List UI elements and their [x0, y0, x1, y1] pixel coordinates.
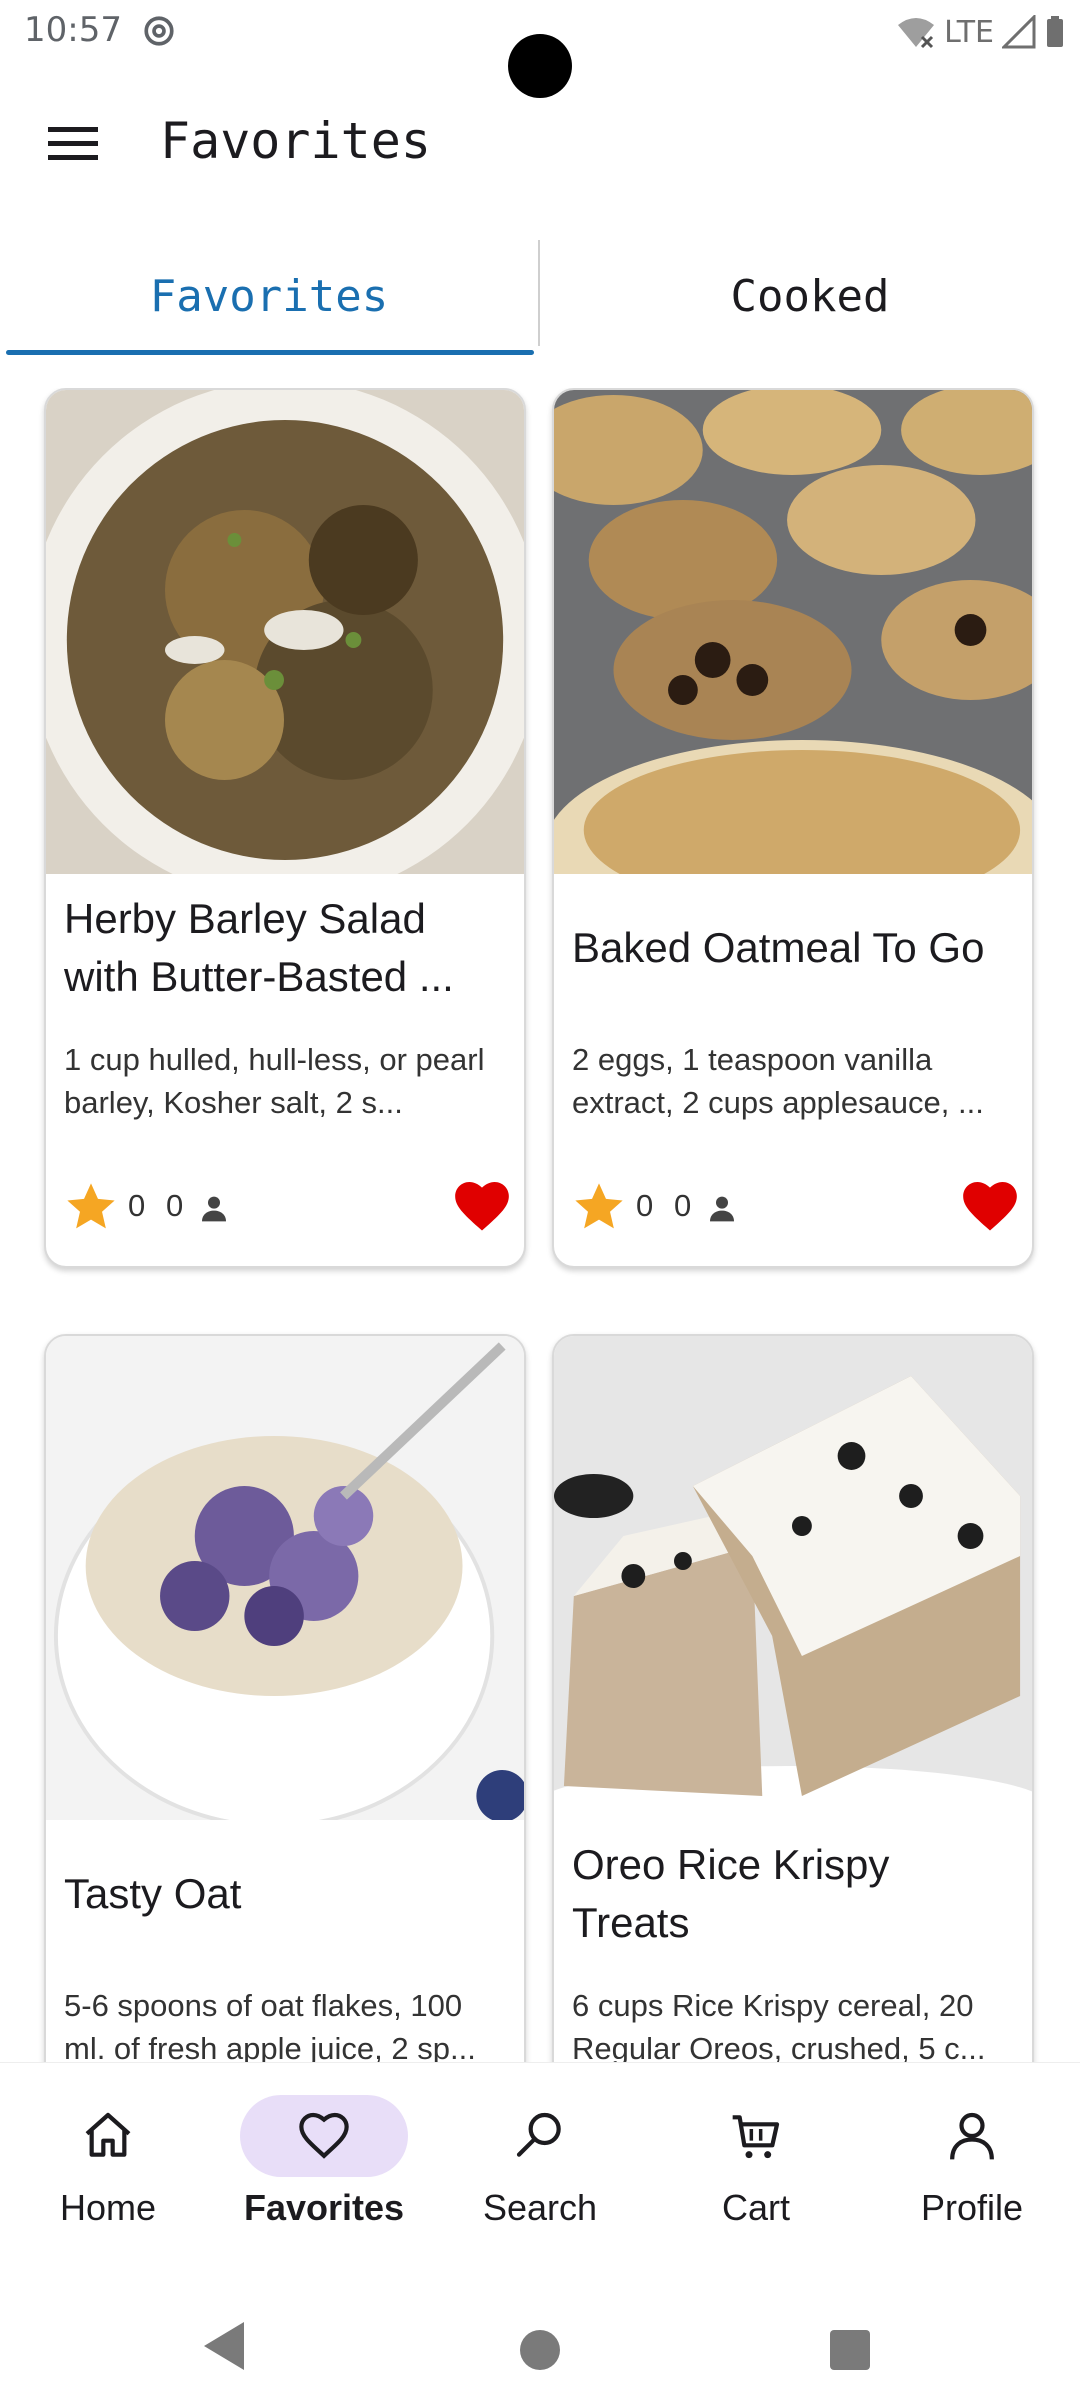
rating-value: 0	[128, 1188, 146, 1223]
tab-cooked[interactable]: Cooked	[540, 238, 1080, 354]
cellular-signal-icon	[1002, 15, 1036, 49]
recipe-card[interactable]: Oreo Rice Krispy Treats 6 cups Rice Kris…	[552, 1334, 1034, 2062]
person-icon	[202, 1196, 226, 1222]
status-bar: 10:57 LTE	[0, 0, 1080, 98]
wifi-off-icon	[898, 18, 935, 49]
recipe-title: Herby Barley Salad with Butter-Basted ..…	[64, 895, 454, 1000]
camera-cutout	[508, 34, 572, 98]
recipe-description: 6 cups Rice Krispy cereal, 20 Regular Or…	[572, 1988, 986, 2062]
search-icon	[516, 2112, 561, 2157]
barley-salad-image	[46, 390, 524, 874]
recipe-card[interactable]: Baked Oatmeal To Go 2 eggs, 1 teaspoon v…	[552, 388, 1034, 1268]
page-title: Favorites	[160, 112, 431, 170]
recipe-title: Tasty Oat	[64, 1870, 242, 1917]
nav-favorites-label: Favorites	[243, 2187, 405, 2228]
cart-icon	[732, 2115, 780, 2159]
network-type: LTE	[944, 14, 994, 50]
recipe-title: Baked Oatmeal To Go	[572, 924, 985, 971]
system-navigation-bar	[0, 2294, 1080, 2400]
tab-indicator	[6, 350, 534, 355]
nav-home-label: Home	[59, 2187, 157, 2228]
recipe-title: Oreo Rice Krispy Treats	[572, 1841, 890, 1946]
menu-icon	[48, 127, 98, 160]
recipe-footer: 0 0	[572, 1180, 1018, 1240]
back-icon[interactable]	[200, 2316, 250, 2376]
blueberry-oat-image	[46, 1336, 524, 1820]
nav-cart-label: Cart	[721, 2187, 790, 2228]
oreo-treats-image	[554, 1336, 1032, 1820]
home-button[interactable]	[520, 2330, 560, 2370]
star-icon	[67, 1183, 115, 1229]
status-right: LTE	[896, 14, 1066, 50]
favorite-heart-icon[interactable]	[454, 1180, 510, 1232]
nav-search-label: Search	[482, 2187, 598, 2228]
recipe-footer: 0 0	[64, 1180, 510, 1240]
nav-favorites[interactable]: Favorites	[216, 2095, 432, 2275]
heart-outline-icon	[299, 2112, 349, 2159]
app-bar: Favorites	[0, 96, 1080, 196]
nav-cart[interactable]: Cart	[648, 2095, 864, 2275]
menu-button[interactable]	[36, 116, 110, 172]
at-sign-icon	[144, 16, 174, 46]
recipe-description: 5-6 spoons of oat flakes, 100 ml. of fre…	[64, 1988, 476, 2062]
cook-count: 0	[166, 1188, 184, 1223]
recipe-grid[interactable]: Herby Barley Salad with Butter-Basted ..…	[0, 388, 1080, 2062]
profile-icon	[950, 2112, 994, 2160]
nav-home[interactable]: Home	[0, 2095, 216, 2275]
nav-active-indicator	[240, 2095, 408, 2177]
nav-profile-label: Profile	[920, 2187, 1024, 2228]
tab-favorites[interactable]: Favorites	[0, 238, 538, 354]
home-icon	[85, 2112, 131, 2157]
recipe-description: 2 eggs, 1 teaspoon vanilla extract, 2 cu…	[572, 1042, 984, 1120]
recipe-card[interactable]: Herby Barley Salad with Butter-Basted ..…	[44, 388, 526, 1268]
recipe-description: 1 cup hulled, hull-less, or pearl barley…	[64, 1042, 485, 1120]
star-icon	[575, 1183, 623, 1229]
nav-search[interactable]: Search	[432, 2095, 648, 2275]
battery-icon	[1047, 16, 1063, 47]
recents-button[interactable]	[830, 2330, 870, 2370]
cook-count: 0	[674, 1188, 692, 1223]
nav-profile[interactable]: Profile	[864, 2095, 1080, 2275]
favorite-heart-icon[interactable]	[962, 1180, 1018, 1232]
tab-bar: Favorites Cooked	[0, 238, 1080, 358]
status-time: 10:57	[24, 10, 122, 50]
rating-value: 0	[636, 1188, 654, 1223]
baked-oatmeal-image	[554, 390, 1032, 874]
person-icon	[710, 1196, 734, 1222]
recipe-card[interactable]: Tasty Oat 5-6 spoons of oat flakes, 100 …	[44, 1334, 526, 2062]
bottom-navigation: Home Favorites Search Cart Profile	[0, 2062, 1080, 2295]
